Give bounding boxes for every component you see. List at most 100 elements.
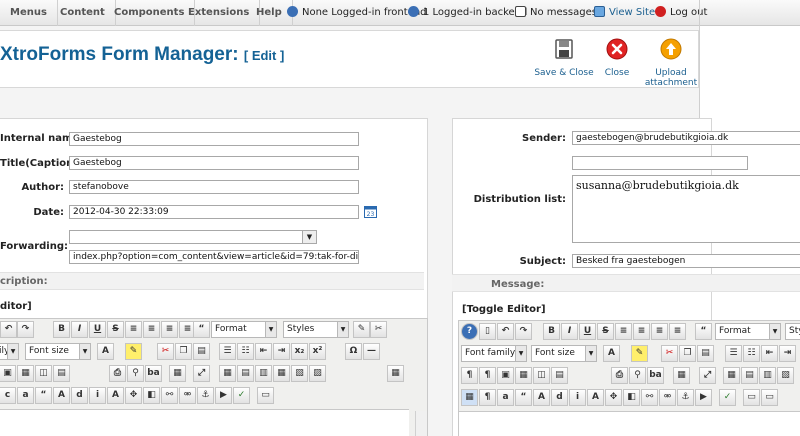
format-dropdown[interactable]: Format ▼ [715,323,781,340]
subscript-icon[interactable]: x₂ [291,343,308,360]
unlink-icon[interactable]: ⚮ [659,389,676,406]
redo-icon[interactable]: ↷ [17,321,34,338]
menu-help[interactable]: Help [246,0,293,26]
visual-aid-icon[interactable]: ▦ [461,389,478,406]
align-left-icon[interactable]: ≡ [669,323,686,340]
message-editor-area[interactable] [459,411,800,436]
print-icon[interactable]: ▤ [53,365,70,382]
sender-extra-input[interactable] [572,156,748,170]
table-insert-icon[interactable]: ▦ [219,365,236,382]
table-row-icon[interactable]: ▤ [741,367,758,384]
code-icon[interactable]: ◫ [533,367,550,384]
visual-aid-icon[interactable]: ▦ [387,365,404,382]
format-dropdown[interactable]: Format ▼ [211,321,277,338]
spellcheck-icon[interactable]: ✓ [719,389,736,406]
search-icon[interactable]: ⚲ [127,365,144,382]
anchor-icon[interactable]: ⚓ [677,389,694,406]
highlight-icon[interactable]: ✎ [631,345,648,362]
align-center-icon[interactable]: ≡ [143,321,160,338]
table-delete-icon[interactable]: ▨ [309,365,326,382]
blockquote-icon[interactable]: “ [193,321,210,338]
close-button[interactable]: Close [587,38,647,78]
superscript-icon[interactable]: x² [309,343,326,360]
table-merge-icon[interactable]: ▦ [273,365,290,382]
upload-attachment-button[interactable]: Upload attachment [641,38,701,88]
table-icon[interactable]: ▦ [17,365,34,382]
layer-icon[interactable]: ◧ [623,389,640,406]
strikethrough-icon[interactable]: S [107,321,124,338]
toggle-editor-left-link[interactable]: ditor] [0,301,32,312]
anchor-icon[interactable]: ⚓ [197,387,214,404]
table-icon[interactable]: ▦ [515,367,532,384]
acronym-icon[interactable]: A [53,387,70,404]
cut-icon[interactable]: ✂ [661,345,678,362]
highlight-icon[interactable]: ✎ [125,343,142,360]
styles-dropdown[interactable]: Styles ▼ [283,321,349,338]
code-icon[interactable]: ◫ [35,365,52,382]
paste-icon[interactable]: ▤ [193,343,210,360]
underline-icon[interactable]: U [89,321,106,338]
image-icon[interactable]: ▣ [497,367,514,384]
media-icon[interactable]: ▶ [695,389,712,406]
printer-icon[interactable]: ⎙ [611,367,628,384]
fullscreen-icon[interactable]: ▭ [761,389,778,406]
search-icon[interactable]: ⚲ [629,367,646,384]
date-input[interactable]: 2012-04-30 22:33:09 [69,205,359,219]
abbr-icon[interactable]: a [497,389,514,406]
layer-icon[interactable]: ◧ [143,387,160,404]
view-site-link[interactable]: View Site [594,0,655,26]
special-char-icon[interactable]: Ω [345,343,362,360]
title-input[interactable]: Gaestebog [69,156,359,170]
bullet-list-icon[interactable]: ☰ [219,343,236,360]
acronym-icon[interactable]: A [533,389,550,406]
table-merge-icon[interactable]: ▧ [777,367,794,384]
font-family-dropdown[interactable]: ily ▼ [0,343,19,360]
abbr-icon[interactable]: a [17,387,34,404]
pilcrow-icon[interactable]: ¶ [479,367,496,384]
sender-input[interactable]: gaestebogen@brudebutikgioia.dk [572,131,800,145]
messages-status[interactable]: No messages [515,0,597,26]
del-icon[interactable]: d [551,389,568,406]
pagebreak-icon[interactable]: ▭ [257,387,274,404]
printer-icon[interactable]: ⎙ [109,365,126,382]
spellcheck-icon[interactable]: ✓ [233,387,250,404]
table-col-icon[interactable]: ▥ [255,365,272,382]
table-row-icon[interactable]: ▤ [237,365,254,382]
font-size-dropdown[interactable]: Font size ▼ [25,343,91,360]
pagebreak-icon[interactable]: ▭ [743,389,760,406]
underline-icon[interactable]: U [579,323,596,340]
cut-icon[interactable]: ✂ [157,343,174,360]
align-right-icon[interactable]: ≡ [161,321,178,338]
fullscreen-icon[interactable]: ⤢ [699,367,716,384]
link-icon[interactable]: ⚯ [161,387,178,404]
author-input[interactable]: stefanobove [69,180,359,194]
calendar-icon[interactable]: 23 [364,205,377,218]
subject-input[interactable]: Besked fra gaestebogen [572,254,800,268]
move-icon[interactable]: ✥ [605,389,622,406]
italic-icon[interactable]: I [561,323,578,340]
numbered-list-icon[interactable]: ☷ [743,345,760,362]
blockquote-icon[interactable]: “ [695,323,712,340]
help-icon[interactable]: ? [461,323,478,340]
font-size-dropdown[interactable]: Font size ▼ [531,345,597,362]
paste-icon[interactable]: ▤ [697,345,714,362]
strikethrough-icon[interactable]: S [597,323,614,340]
horizontal-rule-icon[interactable]: — [363,343,380,360]
insert-date-icon[interactable]: ▦ [673,367,690,384]
quote-icon[interactable]: “ [35,387,52,404]
internal-name-input[interactable]: Gaestebog [69,132,359,146]
replace-icon[interactable]: ba [647,367,664,384]
distribution-list-textarea[interactable]: susanna@brudebutikgioia.dk [572,175,800,243]
styles-dropdown[interactable]: Sty [785,323,800,340]
text-color-icon[interactable]: A [97,343,114,360]
text-color-icon[interactable]: A [603,345,620,362]
forwarding-url-input[interactable]: index.php?option=com_content&view=articl… [69,250,359,264]
ins-icon[interactable]: i [89,387,106,404]
fullscreen-icon[interactable]: ⤢ [193,365,210,382]
move-icon[interactable]: ✥ [125,387,142,404]
cite-icon[interactable]: ¶ [479,389,496,406]
align-center-icon[interactable]: ≡ [633,323,650,340]
copy-icon[interactable]: ❐ [175,343,192,360]
del-icon[interactable]: d [71,387,88,404]
replace-icon[interactable]: ba [145,365,162,382]
